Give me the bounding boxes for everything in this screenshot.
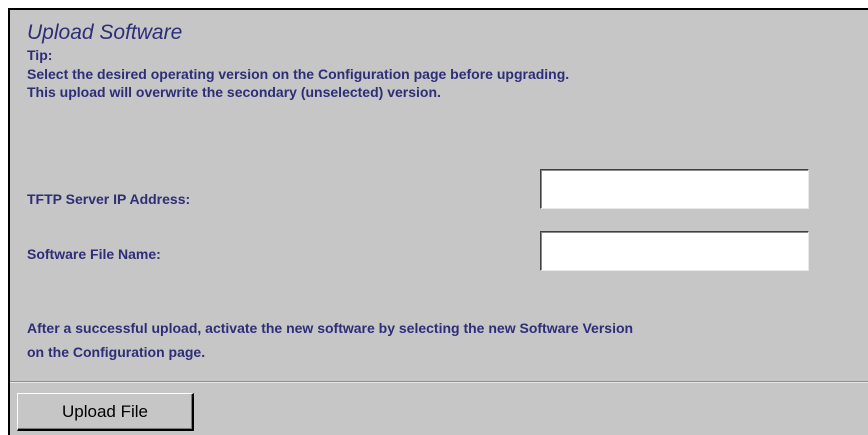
activation-note-line-1: After a successful upload, activate the …: [27, 320, 634, 336]
section-divider: [10, 381, 868, 383]
page-frame: Upload Software Tip: Select the desired …: [0, 0, 868, 435]
tip-heading: Tip:: [27, 47, 53, 63]
tftp-ip-label: TFTP Server IP Address:: [27, 191, 191, 207]
upload-software-panel: Upload Software Tip: Select the desired …: [8, 8, 868, 435]
tip-line-version: Select the desired operating version on …: [27, 65, 570, 82]
activation-note: After a successful upload, activate the …: [27, 316, 633, 364]
page-title: Upload Software: [27, 21, 183, 44]
activation-note-line-2: on the Configuration page.: [27, 344, 206, 360]
tip-section: Tip: Select the desired operating versio…: [27, 46, 569, 102]
tftp-ip-input[interactable]: [540, 169, 809, 209]
software-file-name-label: Software File Name:: [27, 246, 161, 262]
software-file-name-input[interactable]: [540, 231, 809, 271]
tip-line-overwrite: This upload will overwrite the secondary…: [27, 84, 441, 100]
upload-file-button[interactable]: Upload File: [17, 393, 194, 431]
